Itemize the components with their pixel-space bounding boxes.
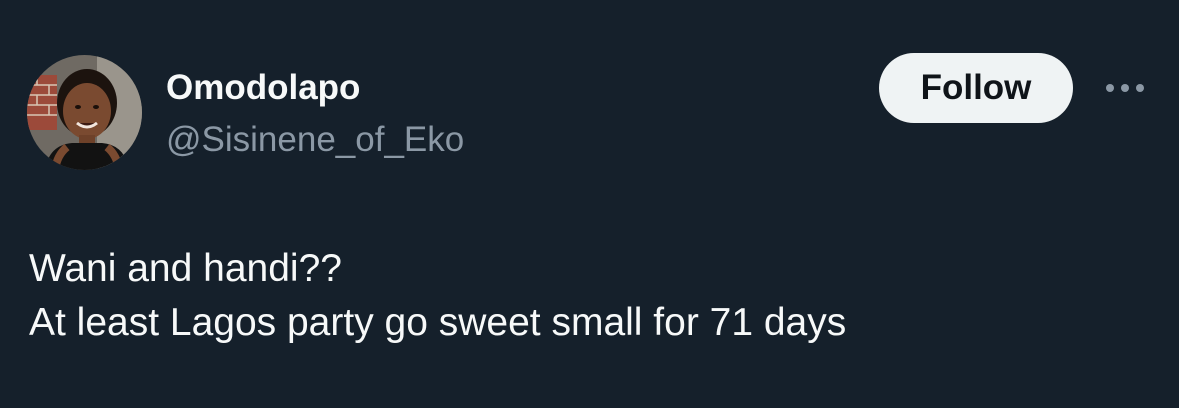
more-horizontal-icon[interactable]	[1100, 76, 1150, 100]
tweet-line: Wani and handi??	[29, 247, 342, 290]
tweet-card: Omodolapo @Sisinene_of_Eko Follow Wani a…	[0, 0, 1179, 408]
tweet-line: At least Lagos party go sweet small for …	[29, 301, 847, 344]
tweet-text: Wani and handi?? At least Lagos party go…	[29, 242, 846, 350]
follow-button[interactable]: Follow	[879, 53, 1073, 123]
profile-photo-icon	[27, 55, 142, 170]
user-handle[interactable]: @Sisinene_of_Eko	[166, 118, 464, 162]
display-name[interactable]: Omodolapo	[166, 66, 360, 110]
avatar[interactable]	[27, 55, 142, 170]
